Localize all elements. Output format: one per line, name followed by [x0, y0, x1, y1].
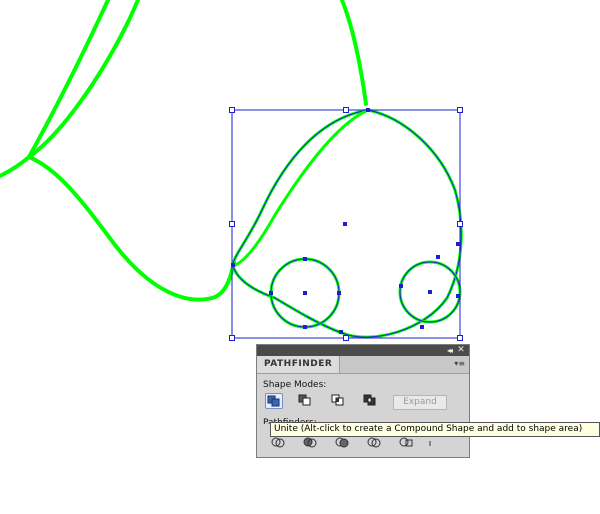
handle-top-left[interactable]	[229, 107, 235, 113]
handle-top-center[interactable]	[343, 107, 349, 113]
anchor-left-circle-left[interactable]	[269, 291, 273, 295]
anchor-center[interactable]	[343, 222, 347, 226]
close-icon[interactable]: ✕	[456, 345, 466, 356]
anchor-top[interactable]	[366, 108, 370, 112]
unite-button[interactable]	[265, 393, 283, 409]
anchor-left-circle-top[interactable]	[303, 257, 307, 261]
anchor-left-circle-right[interactable]	[337, 291, 341, 295]
intersect-icon	[331, 394, 344, 406]
pathfinder-panel[interactable]: ◂◂ ✕ PATHFINDER ▾≡ Shape Modes: Expand P…	[256, 344, 470, 458]
unite-icon	[267, 395, 280, 407]
anchor-right-circle-right[interactable]	[456, 294, 460, 298]
panel-titlebar[interactable]: ◂◂ ✕	[257, 345, 469, 356]
shape-modes-label: Shape Modes:	[263, 380, 327, 390]
handle-bottom-left[interactable]	[229, 335, 235, 341]
handle-bottom-center[interactable]	[343, 335, 349, 341]
tab-pathfinder[interactable]: PATHFINDER	[257, 356, 341, 373]
anchor-left-circle-center[interactable]	[303, 291, 307, 295]
panel-menu-icon[interactable]: ▾≡	[454, 360, 465, 368]
anchor-right-circle-left[interactable]	[399, 284, 403, 288]
panel-tab-row: PATHFINDER ▾≡	[257, 356, 469, 374]
anchor-right[interactable]	[456, 242, 460, 246]
main-blob-path[interactable]	[231, 108, 463, 339]
left-curve-path	[0, 155, 31, 178]
minus-front-button[interactable]	[297, 393, 315, 409]
anchor-bottom-mid[interactable]	[339, 330, 343, 334]
anchor-left-circle-bottom[interactable]	[303, 325, 307, 329]
background-paths	[0, 0, 368, 302]
inner-stroke-path	[232, 108, 369, 268]
lower-sweep-path	[27, 155, 236, 302]
anchor-right-circle-top[interactable]	[436, 255, 440, 259]
unite-tooltip: Unite (Alt-click to create a Compound Sh…	[270, 422, 600, 437]
collapse-icon[interactable]: ◂◂	[444, 345, 454, 356]
anchor-right-circle-center[interactable]	[428, 290, 432, 294]
exclude-button[interactable]	[362, 393, 380, 409]
minus-front-icon	[298, 394, 311, 406]
handle-middle-right[interactable]	[457, 221, 463, 227]
upper-left-diagonal-2	[27, 0, 140, 159]
selected-shape[interactable]	[229, 107, 463, 341]
expand-button[interactable]: Expand	[393, 395, 447, 410]
anchor-right-circle-bottom[interactable]	[420, 325, 424, 329]
intersect-button[interactable]	[330, 393, 348, 409]
handle-middle-left[interactable]	[229, 221, 235, 227]
exclude-icon	[363, 394, 376, 406]
anchor-left[interactable]	[231, 263, 235, 267]
handle-bottom-right[interactable]	[457, 335, 463, 341]
handle-top-right[interactable]	[457, 107, 463, 113]
upper-right-arc	[340, 0, 368, 106]
